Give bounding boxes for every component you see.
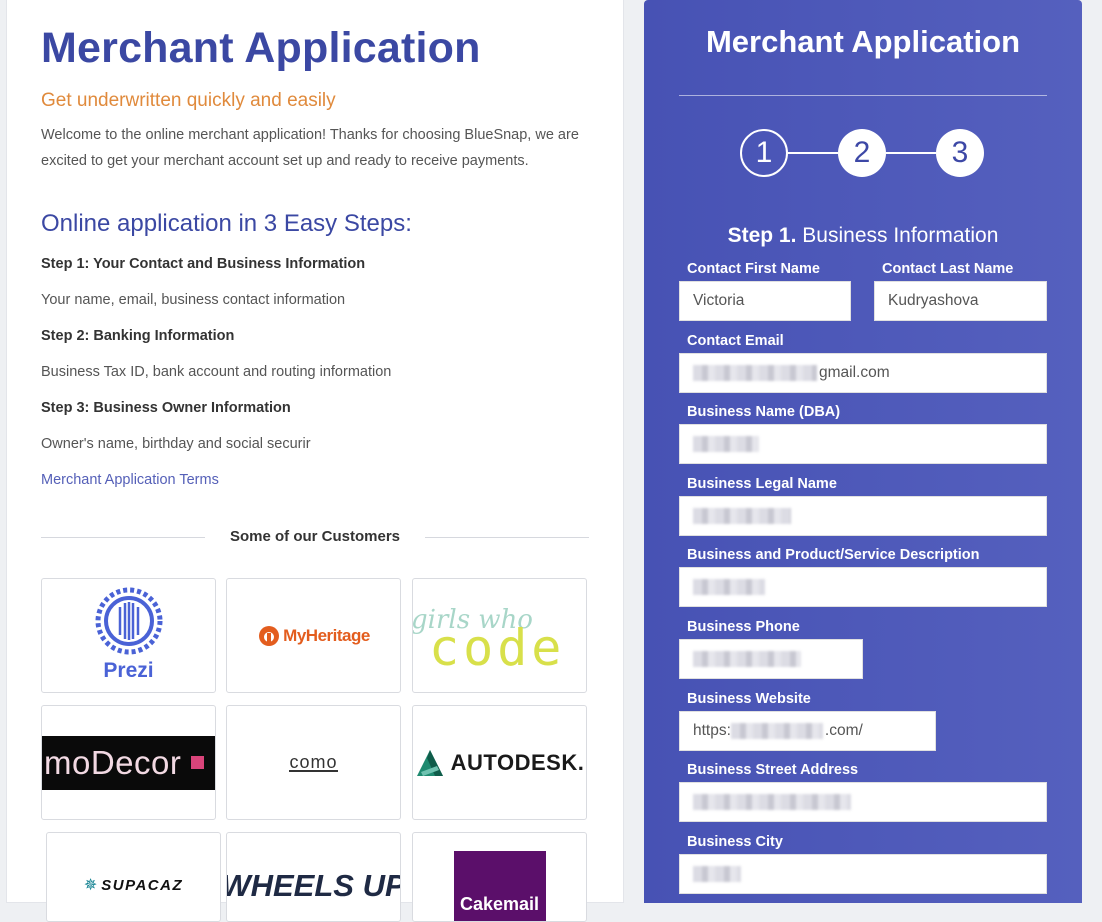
supacaz-star-icon: ✵ — [83, 877, 98, 894]
redacted-text — [693, 865, 741, 882]
step-2-title: Step 2: Banking Information — [41, 328, 235, 344]
myheritage-wordmark: MyHeritage — [283, 625, 370, 645]
redacted-text — [693, 435, 759, 452]
form-title: Merchant Application — [705, 24, 1021, 59]
cakemail-wordmark: Cakemail — [459, 894, 540, 914]
page-title: Merchant Application — [41, 24, 481, 72]
customer-logo-autodesk: AUTODESK. — [412, 705, 587, 820]
intro-text: Welcome to the online merchant applicati… — [41, 127, 579, 169]
redacted-text — [693, 650, 801, 667]
application-form-panel: Merchant Application 1 2 3 Step 1. Busin… — [644, 0, 1082, 903]
wheelsup-wordmark: WHEELS UP — [226, 868, 401, 903]
website-suffix: .com/ — [824, 722, 863, 739]
first-name-input[interactable]: Victoria — [679, 281, 851, 321]
customer-logo-wheelsup: WHEELS UP — [226, 832, 401, 922]
description-label: Business and Product/Service Description — [687, 547, 980, 563]
modecor-square-icon — [191, 756, 205, 769]
step-3-title: Step 3: Business Owner Information — [41, 400, 291, 416]
divider-line-right — [425, 537, 589, 538]
page-subtitle: Get underwritten quickly and easily — [41, 90, 336, 111]
email-visible-part: gmail.com — [819, 364, 890, 381]
supacaz-wordmark: SUPACAZ — [101, 876, 184, 894]
customer-logo-prezi: Prezi — [41, 578, 216, 693]
city-label: Business City — [687, 834, 783, 850]
last-name-input[interactable]: Kudryashova — [874, 281, 1047, 321]
customers-divider: Some of our Customers — [41, 528, 589, 548]
steps-heading: Online application in 3 Easy Steps: — [41, 210, 412, 237]
myheritage-logo-icon — [259, 625, 280, 646]
form-step-number: Step 1. — [727, 224, 797, 247]
business-name-label: Business Name (DBA) — [687, 404, 841, 420]
email-input[interactable]: gmail.com — [679, 353, 1047, 393]
autodesk-wordmark: AUTODESK. — [450, 749, 585, 775]
customer-logo-como: como — [226, 705, 401, 820]
city-input[interactable] — [679, 854, 1047, 894]
email-label: Contact Email — [687, 333, 784, 349]
customer-logo-girlswhocode: girls who code — [412, 578, 587, 693]
step-2-desc: Business Tax ID, bank account and routin… — [41, 364, 392, 380]
intro-panel: Merchant Application Get underwritten qu… — [6, 0, 624, 922]
redacted-text — [693, 507, 791, 524]
website-input[interactable]: https: .com/ — [679, 711, 936, 751]
stepper-step-2[interactable]: 2 — [838, 129, 886, 177]
redacted-text — [693, 793, 851, 810]
legal-name-input[interactable] — [679, 496, 1047, 536]
stepper-step-3[interactable]: 3 — [936, 129, 984, 177]
stepper-step-1[interactable]: 1 — [740, 129, 788, 177]
redacted-text — [693, 578, 765, 595]
stepper-connector-1 — [788, 152, 838, 154]
phone-label: Business Phone — [687, 619, 800, 635]
customer-logo-myheritage: MyHeritage — [226, 578, 401, 693]
stepper-connector-2 — [886, 152, 936, 154]
form-step-name: Business Information — [796, 224, 999, 247]
como-wordmark: como — [289, 751, 338, 772]
street-input[interactable] — [679, 782, 1047, 822]
last-name-label: Contact Last Name — [882, 261, 1014, 277]
website-label: Business Website — [687, 691, 811, 707]
prezi-logo-icon — [95, 587, 163, 655]
street-label: Business Street Address — [687, 762, 859, 778]
step-3-desc: Owner's name, birthday and social securi… — [41, 436, 311, 452]
website-prefix: https: — [693, 722, 731, 739]
customer-logo-cakemail: Cakemail — [412, 832, 587, 922]
customer-logo-modecor: moDecor — [41, 705, 216, 820]
phone-input[interactable] — [679, 639, 863, 679]
autodesk-logo-icon — [416, 749, 443, 776]
business-name-input[interactable] — [679, 424, 1047, 464]
customer-logo-supacaz: ✵ SUPACAZ — [46, 832, 221, 922]
modecor-wordmark: moDecor — [44, 743, 182, 781]
redacted-text — [693, 364, 817, 381]
step-1-desc: Your name, email, business contact infor… — [41, 292, 346, 308]
prezi-wordmark: Prezi — [103, 659, 154, 682]
gwc-bottom-text: code — [429, 619, 566, 677]
description-input[interactable] — [679, 567, 1047, 607]
step-1-title: Step 1: Your Contact and Business Inform… — [41, 256, 366, 272]
legal-name-label: Business Legal Name — [687, 476, 837, 492]
redacted-text — [730, 722, 823, 739]
merchant-terms-link[interactable]: Merchant Application Terms — [41, 472, 219, 488]
form-divider — [679, 95, 1047, 96]
form-step-heading: Step 1. Business Information — [644, 224, 1082, 248]
first-name-label: Contact First Name — [687, 261, 820, 277]
